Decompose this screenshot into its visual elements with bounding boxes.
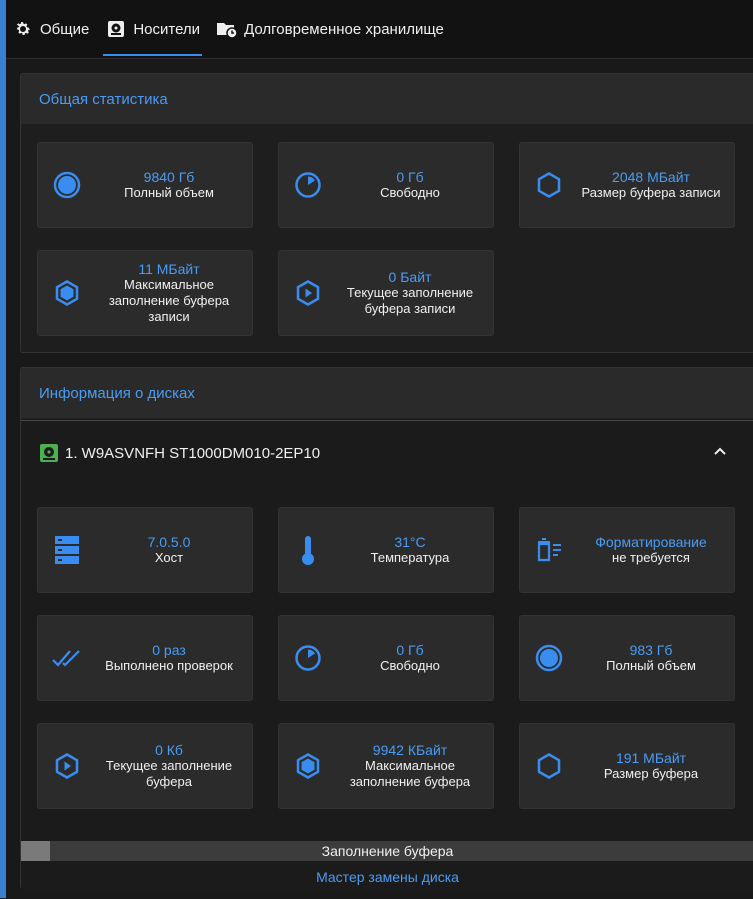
hexagon-play-icon <box>44 752 90 780</box>
tab-general-label: Общие <box>40 20 90 38</box>
disk-current-buffer-label: Текущее заполнение буфера <box>105 758 233 789</box>
stat-card-max-buffer-fill: 11 МБайт Максимальное заполнение буфера з… <box>37 250 253 336</box>
disk-host-label: Хост <box>154 550 184 565</box>
stat-card-total: 9840 Гб Полный объем <box>37 142 253 228</box>
server-icon <box>44 535 90 565</box>
stat-total-label: Полный объем <box>124 185 214 200</box>
disk-info-section: Информация о дисках 1. W9ASVNFH ST1000DM… <box>20 367 753 889</box>
tab-media-label: Носители <box>133 20 201 38</box>
gear-icon <box>12 20 34 38</box>
disk-info-title: Информация о дисках <box>21 368 753 418</box>
disk-card-free: 0 Гб Свободно <box>278 615 494 701</box>
disk-free-value: 0 Гб <box>396 642 424 658</box>
disk-replace-wizard-link[interactable]: Мастер замены диска <box>21 869 753 885</box>
disk-checks-label: Выполнено проверок <box>105 658 233 673</box>
disk-card-max-buffer: 9942 КБайт Максимальное заполнение буфера <box>278 723 494 809</box>
disk-card-total: 983 Гб Полный объем <box>519 615 735 701</box>
tab-general[interactable]: Общие <box>6 0 95 58</box>
disk-header[interactable]: 1. W9ASVNFH ST1000DM010-2EP10 <box>21 421 753 485</box>
hexagon-outline-icon <box>526 171 572 199</box>
archive-clock-icon <box>216 20 238 38</box>
disk-host-value: 7.0.5.0 <box>147 534 191 550</box>
general-stats-section: Общая статистика 9840 Гб Полный объем 0 Г… <box>20 73 753 353</box>
main-content: Общая статистика 9840 Гб Полный объем 0 Г… <box>6 58 753 899</box>
general-stats-title: Общая статистика <box>21 74 753 124</box>
disk-temp-label: Температура <box>370 550 450 565</box>
stat-buffer-size-label: Размер буфера записи <box>581 185 721 200</box>
stat-free-label: Свободно <box>380 185 440 200</box>
disk-temp-value: 31°C <box>394 534 426 550</box>
full-circle-icon <box>44 171 90 199</box>
thermometer-icon <box>285 534 331 566</box>
hexagon-outline-icon <box>526 752 572 780</box>
disk-card-checks: 0 раз Выполнено проверок <box>37 615 253 701</box>
stat-total-value: 9840 Гб <box>143 169 195 185</box>
disk-checks-value: 0 раз <box>152 642 186 658</box>
disk-card-current-buffer: 0 Кб Текущее заполнение буфера <box>37 723 253 809</box>
stat-max-fill-label: Максимальное заполнение буфера записи <box>108 277 230 324</box>
double-check-icon <box>44 647 90 669</box>
stat-free-value: 0 Гб <box>396 169 424 185</box>
disk-panel: 1. W9ASVNFH ST1000DM010-2EP10 7.0.5.0 Хос… <box>21 420 753 889</box>
stat-current-fill-label: Текущее заполнение буфера записи <box>346 285 474 316</box>
stat-card-write-buffer-size: 2048 МБайт Размер буфера записи <box>519 142 735 228</box>
disk-total-label: Полный объем <box>606 658 696 673</box>
hexagon-filled-icon <box>44 279 90 307</box>
disk-card-host: 7.0.5.0 Хост <box>37 507 253 593</box>
disk-free-label: Свободно <box>380 658 440 673</box>
disk-name: 1. W9ASVNFH ST1000DM010-2EP10 <box>65 444 321 462</box>
format-icon <box>526 536 572 564</box>
buffer-fill-progress: Заполнение буфера <box>21 841 753 861</box>
disk-format-value: Форматирование <box>595 534 707 550</box>
disk-card-buffer-size: 191 МБайт Размер буфера <box>519 723 735 809</box>
disk-format-label: не требуется <box>612 550 690 565</box>
disk-buffer-size-label: Размер буфера <box>603 766 699 781</box>
tab-long-term-storage[interactable]: Долговременное хранилище <box>210 0 450 58</box>
tab-media[interactable]: Носители <box>99 0 206 58</box>
hdd-icon <box>39 443 59 463</box>
disk-card-format: Форматирование не требуется <box>519 507 735 593</box>
stat-buffer-size-value: 2048 МБайт <box>612 169 690 185</box>
disk-card-temperature: 31°C Температура <box>278 507 494 593</box>
hexagon-play-icon <box>285 279 331 307</box>
pie-empty-icon <box>285 644 331 672</box>
tab-bar: Общие Носители Долговременное хранилище <box>6 0 753 58</box>
drive-icon <box>105 20 127 38</box>
disk-max-buffer-label: Максимальное заполнение буфера <box>349 758 471 789</box>
disk-current-buffer-value: 0 Кб <box>155 742 183 758</box>
hexagon-filled-icon <box>285 752 331 780</box>
stat-card-current-buffer-fill: 0 Байт Текущее заполнение буфера записи <box>278 250 494 336</box>
disk-total-value: 983 Гб <box>629 642 673 658</box>
pie-empty-icon <box>285 171 331 199</box>
disk-max-buffer-value: 9942 КБайт <box>372 742 448 758</box>
chevron-up-icon[interactable] <box>714 447 726 455</box>
stat-max-fill-value: 11 МБайт <box>138 261 200 277</box>
full-circle-icon <box>526 644 572 672</box>
stat-card-free: 0 Гб Свободно <box>278 142 494 228</box>
disk-buffer-size-value: 191 МБайт <box>615 750 687 766</box>
buffer-fill-label: Заполнение буфера <box>321 843 454 859</box>
tab-long-term-storage-label: Долговременное хранилище <box>244 20 444 38</box>
stat-current-fill-value: 0 Байт <box>388 269 432 285</box>
